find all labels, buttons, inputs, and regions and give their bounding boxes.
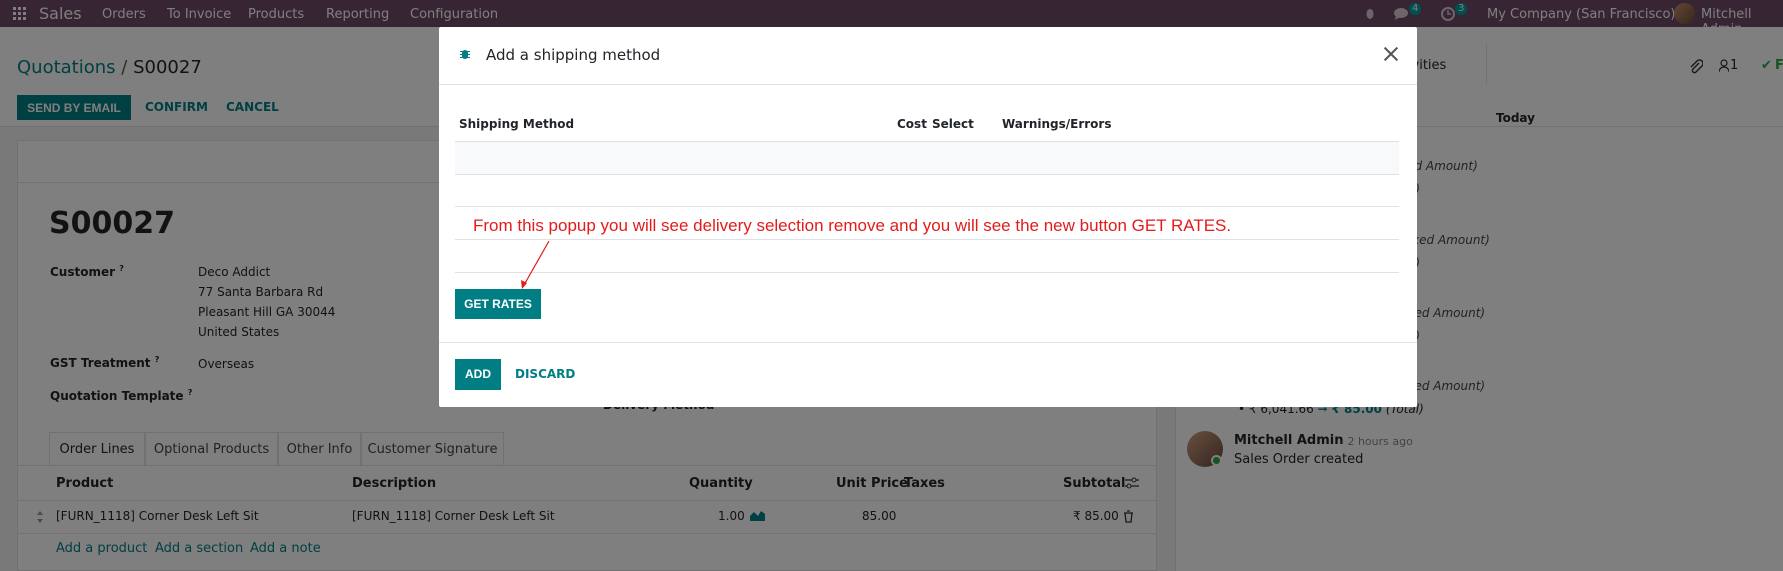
modal-footer: ADD DISCARD — [439, 342, 1417, 407]
table-line — [455, 239, 1399, 240]
col-select: Select — [932, 117, 974, 131]
col-shipping-method: Shipping Method — [459, 117, 575, 131]
bug-icon — [460, 48, 470, 60]
annotation-text: From this popup you will see delivery se… — [473, 216, 1232, 235]
add-button[interactable]: ADD — [455, 359, 501, 390]
empty-row — [455, 142, 1399, 174]
col-warnings: Warnings/Errors — [1002, 117, 1112, 131]
table-line — [455, 272, 1399, 273]
modal-header: Add a shipping method — [439, 27, 1417, 85]
close-icon[interactable] — [1383, 46, 1399, 62]
col-cost: Cost — [897, 117, 927, 131]
get-rates-button[interactable]: GET RATES — [455, 289, 541, 319]
modal-title: Add a shipping method — [486, 46, 661, 64]
discard-button[interactable]: DISCARD — [515, 367, 575, 381]
shipping-method-dialog: Add a shipping method Shipping Method Co… — [439, 27, 1417, 407]
table-line — [455, 206, 1399, 207]
table-line — [455, 174, 1399, 175]
